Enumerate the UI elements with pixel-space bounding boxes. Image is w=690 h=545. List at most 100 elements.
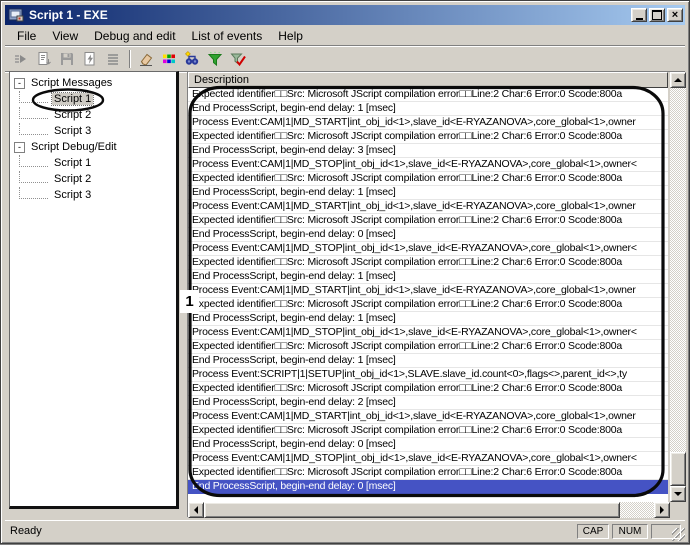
tree-item-script-1[interactable]: Script 1 [10,155,176,171]
menu-item-view[interactable]: View [44,28,86,44]
tree-item-label: Script 1 [52,93,93,105]
script-edit-icon [82,51,98,67]
log-row[interactable]: Expected identifier□□Src: Microsoft JScr… [188,424,668,438]
log-row[interactable]: Process Event:CAM|1|MD_STOP|int_obj_id<1… [188,452,668,466]
log-row[interactable]: Expected identifier□□Src: Microsoft JScr… [188,88,668,102]
tree-expander-icon[interactable]: - [14,78,25,89]
log-row[interactable]: Process Event:CAM|1|MD_STOP|int_obj_id<1… [188,326,668,340]
log-row[interactable]: End ProcessScript, begin-end delay: 1 [m… [188,270,668,284]
log-row[interactable]: Expected identifier□□Src: Microsoft JScr… [188,340,668,354]
log-row[interactable]: Expected identifier□□Src: Microsoft JScr… [188,256,668,270]
title-bar[interactable]: Script 1 - EXE × [5,5,685,25]
log-row[interactable]: End ProcessScript, begin-end delay: 1 [m… [188,354,668,368]
clear-button[interactable] [135,48,158,70]
tree-item-label: Script 2 [52,173,93,185]
run-script-icon [13,51,29,67]
tree-item-label: Script 2 [52,109,93,121]
log-row[interactable]: Expected identifier□□Src: Microsoft JScr… [188,172,668,186]
horizontal-scrollbar-thumb[interactable] [204,502,620,518]
tree-expander-icon[interactable]: - [14,142,25,153]
arrow-right-icon [660,506,664,514]
log-row[interactable]: End ProcessScript, begin-end delay: 0 [m… [188,438,668,452]
tree-item-script-2[interactable]: Script 2 [10,171,176,187]
tree-guide-line [19,123,48,135]
log-row[interactable]: End ProcessScript, begin-end delay: 1 [m… [188,312,668,326]
vertical-scrollbar-track[interactable] [670,88,686,486]
menu-item-list-of-events[interactable]: List of events [184,28,271,44]
scroll-down-button[interactable] [670,486,686,502]
log-row[interactable]: Expected identifier□□Src: Microsoft JScr… [188,214,668,228]
status-indicator-empty [651,524,681,539]
log-row[interactable]: Expected identifier□□Src: Microsoft JScr… [188,382,668,396]
app-icon [8,7,24,23]
log-row[interactable]: Process Event:CAM|1|MD_STOP|int_obj_id<1… [188,158,668,172]
log-row[interactable]: Process Event:CAM|1|MD_START|int_obj_id<… [188,200,668,214]
log-row[interactable]: End ProcessScript, begin-end delay: 0 [m… [188,480,668,494]
log-row[interactable]: End ProcessScript, begin-end delay: 3 [m… [188,144,668,158]
scroll-right-button[interactable] [654,502,670,518]
log-row[interactable]: Process Event:CAM|1|MD_START|int_obj_id<… [188,410,668,424]
script-edit-button[interactable] [79,48,102,70]
menu-bar: FileViewDebug and editList of eventsHelp [5,26,685,46]
log-row[interactable]: Process Event:CAM|1|MD_START|int_obj_id<… [188,284,668,298]
log-row[interactable]: Process Event:CAM|1|MD_START|int_obj_id<… [188,116,668,130]
tree-item-script-messages[interactable]: -Script Messages [10,75,176,91]
arrow-down-icon [674,492,682,496]
menu-item-debug-and-edit[interactable]: Debug and edit [86,28,183,44]
maximize-button[interactable] [649,8,665,22]
search-icon [184,51,200,67]
tree-guide-line [19,187,48,199]
minimize-icon [636,18,643,20]
filter-apply-icon [230,51,246,67]
tree-item-script-3[interactable]: Script 3 [10,123,176,139]
log-row[interactable]: End ProcessScript, begin-end delay: 2 [m… [188,396,668,410]
vertical-scrollbar-thumb[interactable] [670,452,686,486]
save-button[interactable] [56,48,79,70]
report-icon [36,51,52,67]
maximize-icon [652,10,662,20]
scroll-up-button[interactable] [670,72,686,88]
event-list-button[interactable] [102,48,125,70]
log-row[interactable]: Expected identifier□□Src: Microsoft JScr… [188,298,668,312]
log-row[interactable]: End ProcessScript, begin-end delay: 1 [m… [188,186,668,200]
tree-item-script-debug-edit[interactable]: -Script Debug/Edit [10,139,176,155]
tree-item-script-2[interactable]: Script 2 [10,107,176,123]
arrow-up-icon [674,78,682,82]
colors-button[interactable] [158,48,181,70]
tree-item-script-3[interactable]: Script 3 [10,187,176,203]
tree-item-label: Script 3 [52,125,93,137]
log-row[interactable]: Expected identifier□□Src: Microsoft JScr… [188,130,668,144]
tree-item-script-1[interactable]: Script 1 [10,91,176,107]
script-tree[interactable]: -Script MessagesScript 1Script 2Script 3… [9,71,179,509]
log-row[interactable]: Expected identifier□□Src: Microsoft JScr… [188,466,668,480]
run-script-button[interactable] [10,48,33,70]
log-list-body[interactable]: Expected identifier□□Src: Microsoft JScr… [188,88,668,502]
tree-guide-line [19,107,48,119]
status-message: Ready [10,525,42,537]
close-icon: × [672,10,678,20]
tree-guide-line [19,91,48,103]
log-row[interactable]: Process Event:SCRIPT|1|SETUP|int_obj_id<… [188,368,668,382]
arrow-left-icon [194,506,198,514]
minimize-button[interactable] [631,8,647,22]
tree-item-label: Script Messages [31,77,112,89]
event-list-icon [105,51,121,67]
window-title: Script 1 - EXE [29,8,631,22]
colors-icon [161,51,177,67]
filter-apply-button[interactable] [227,48,250,70]
report-button[interactable] [33,48,56,70]
status-indicator-num: NUM [612,524,648,539]
log-row[interactable]: Process Event:CAM|1|MD_STOP|int_obj_id<1… [188,242,668,256]
menu-item-help[interactable]: Help [270,28,311,44]
menu-item-file[interactable]: File [9,28,44,44]
log-row[interactable]: End ProcessScript, begin-end delay: 0 [m… [188,228,668,242]
close-button[interactable]: × [667,8,683,22]
log-row[interactable]: End ProcessScript, begin-end delay: 1 [m… [188,102,668,116]
column-header-description[interactable]: Description [188,72,668,88]
filter-icon [207,51,223,67]
scroll-left-button[interactable] [188,502,204,518]
app-window: Script 1 - EXE × FileViewDebug and editL… [0,0,690,544]
tree-item-label: Script Debug/Edit [31,141,117,153]
filter-button[interactable] [204,48,227,70]
search-button[interactable] [181,48,204,70]
